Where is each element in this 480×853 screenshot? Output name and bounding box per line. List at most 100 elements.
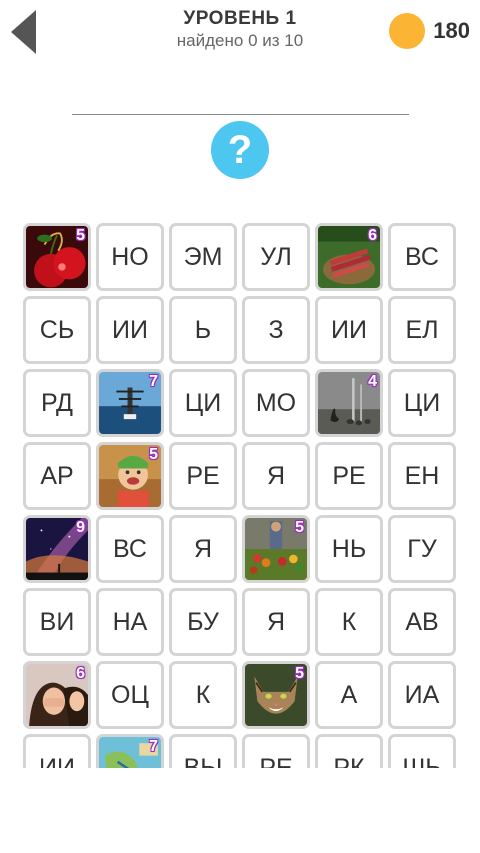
word-length-badge: 5 <box>76 227 85 244</box>
letter-tile[interactable]: ВС <box>96 515 164 583</box>
letter-tile[interactable]: НО <box>96 223 164 291</box>
letter-tile[interactable]: ИИ <box>96 296 164 364</box>
letter-tile-label: БУ <box>187 607 219 636</box>
letter-tile[interactable]: НЬ <box>315 515 383 583</box>
picture-tile[interactable]: 4 <box>315 369 383 437</box>
letter-tile-label: ВС <box>405 242 439 271</box>
letter-tile[interactable]: К <box>315 588 383 656</box>
letter-tile[interactable]: А <box>315 661 383 729</box>
letter-tile[interactable]: ШЬ <box>388 734 456 768</box>
letter-tile[interactable]: К <box>169 661 237 729</box>
letter-tile[interactable]: ЦИ <box>388 369 456 437</box>
letter-tile-label: Ь <box>194 315 212 344</box>
letter-tile[interactable]: РК <box>315 734 383 768</box>
picture-tile[interactable]: 7 <box>96 734 164 768</box>
letter-tile-label: ЕЛ <box>405 315 439 344</box>
word-length-badge: 5 <box>149 446 158 463</box>
letter-tile[interactable]: ГУ <box>388 515 456 583</box>
letter-tile-label: ВЫ <box>183 753 223 769</box>
letter-tile[interactable]: Я <box>242 442 310 510</box>
picture-tile[interactable]: 6 <box>23 661 91 729</box>
letter-tile[interactable]: БУ <box>169 588 237 656</box>
letter-tile[interactable]: МО <box>242 369 310 437</box>
letter-tile-label: АР <box>40 461 74 490</box>
letter-tile[interactable]: З <box>242 296 310 364</box>
letter-tile-label: Я <box>193 534 213 563</box>
letter-tile[interactable]: РЕ <box>169 442 237 510</box>
letter-tile-label: ИИ <box>39 753 75 769</box>
letter-tile[interactable]: НА <box>96 588 164 656</box>
word-length-badge: 6 <box>368 227 377 244</box>
coin-count: 180 <box>433 18 470 43</box>
letter-tile[interactable]: ЕЛ <box>388 296 456 364</box>
letter-tile-label: НЬ <box>331 534 367 563</box>
letter-tile-label: К <box>341 607 357 636</box>
picture-tile[interactable]: 5 <box>96 442 164 510</box>
coin-balance[interactable]: 180 <box>389 13 470 49</box>
letter-tile-label: РЕ <box>259 753 293 769</box>
letter-tile[interactable]: АВ <box>388 588 456 656</box>
letter-tile-label: МО <box>255 388 297 417</box>
tile-grid: 5 НО ЭМ УЛ 6 ВС СЬ ИИ Ь З ИИ ЕЛ РД 7 ЦИ МО 4 ЦИ АР 5 РЕ Я РЕ ЕН… <box>23 223 463 768</box>
letter-tile[interactable]: ВИ <box>23 588 91 656</box>
letter-tile-label: ИА <box>404 680 440 709</box>
letter-tile[interactable]: Я <box>169 515 237 583</box>
letter-tile-label: ИИ <box>112 315 148 344</box>
letter-tile-label: РЕ <box>186 461 220 490</box>
letter-tile[interactable]: АР <box>23 442 91 510</box>
letter-tile-label: Я <box>266 607 286 636</box>
word-length-badge: 9 <box>76 519 85 536</box>
letter-tile-label: РЕ <box>332 461 366 490</box>
letter-tile[interactable]: РЕ <box>242 734 310 768</box>
letter-tile[interactable]: Ь <box>169 296 237 364</box>
letter-tile[interactable]: ИА <box>388 661 456 729</box>
letter-tile[interactable]: РЕ <box>315 442 383 510</box>
letter-tile-label: Я <box>266 461 286 490</box>
answer-line <box>72 114 409 115</box>
letter-tile-label: А <box>340 680 358 709</box>
picture-tile[interactable]: 9 <box>23 515 91 583</box>
letter-tile-label: ВС <box>113 534 147 563</box>
word-length-badge: 4 <box>368 373 377 390</box>
letter-tile-label: АВ <box>405 607 439 636</box>
word-length-badge: 7 <box>149 373 158 390</box>
letter-tile[interactable]: ЭМ <box>169 223 237 291</box>
letter-tile[interactable]: РД <box>23 369 91 437</box>
word-length-badge: 5 <box>295 519 304 536</box>
letter-tile-label: РД <box>41 388 73 417</box>
letter-tile-label: ШЬ <box>402 753 442 769</box>
picture-tile[interactable]: 5 <box>242 515 310 583</box>
tile-grid-viewport[interactable]: 5 НО ЭМ УЛ 6 ВС СЬ ИИ Ь З ИИ ЕЛ РД 7 ЦИ МО 4 ЦИ АР 5 РЕ Я РЕ ЕН… <box>0 220 480 768</box>
picture-tile[interactable]: 6 <box>315 223 383 291</box>
picture-tile[interactable]: 5 <box>23 223 91 291</box>
question-icon: ? <box>227 127 253 172</box>
letter-tile[interactable]: ИИ <box>23 734 91 768</box>
letter-tile-label: ЭМ <box>183 242 223 271</box>
letter-tile-label: ЦИ <box>184 388 222 417</box>
letter-tile-label: НА <box>112 607 148 636</box>
letter-tile[interactable]: СЬ <box>23 296 91 364</box>
letter-tile[interactable]: ВС <box>388 223 456 291</box>
letter-tile[interactable]: Я <box>242 588 310 656</box>
letter-tile[interactable]: ИИ <box>315 296 383 364</box>
letter-tile-label: СЬ <box>39 315 75 344</box>
letter-tile[interactable]: ЕН <box>388 442 456 510</box>
letter-tile[interactable]: ОЦ <box>96 661 164 729</box>
letter-tile[interactable]: ЦИ <box>169 369 237 437</box>
word-length-badge: 5 <box>295 665 304 682</box>
letter-tile-label: З <box>268 315 284 344</box>
letter-tile[interactable]: УЛ <box>242 223 310 291</box>
letter-tile-label: УЛ <box>260 242 292 271</box>
letter-tile-label: ВИ <box>39 607 75 636</box>
hint-button[interactable]: ? <box>211 121 269 179</box>
letter-tile-label: К <box>195 680 211 709</box>
letter-tile-label: ОЦ <box>111 680 149 709</box>
letter-tile[interactable]: ВЫ <box>169 734 237 768</box>
picture-tile[interactable]: 5 <box>242 661 310 729</box>
letter-tile-label: НО <box>111 242 149 271</box>
letter-tile-label: ЕН <box>404 461 440 490</box>
letter-tile-label: ЦИ <box>403 388 441 417</box>
picture-tile[interactable]: 7 <box>96 369 164 437</box>
word-length-badge: 6 <box>76 665 85 682</box>
coin-icon <box>389 13 426 49</box>
